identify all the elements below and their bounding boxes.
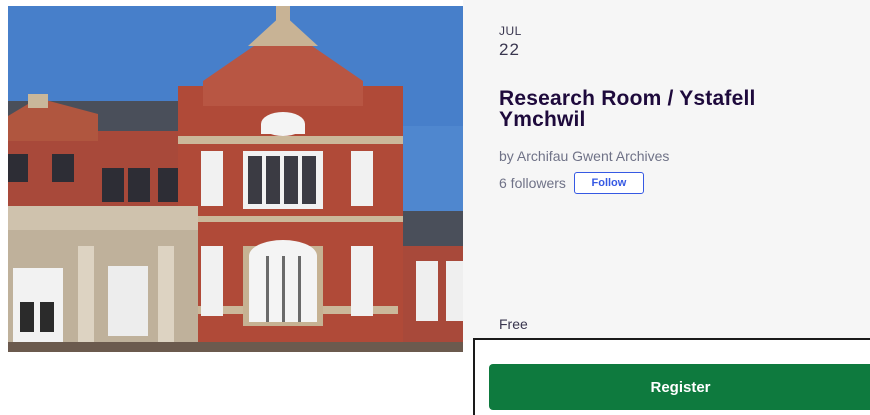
event-date-month: JUL <box>499 24 522 38</box>
event-date-day: 22 <box>499 40 520 59</box>
register-container: Register <box>473 338 870 415</box>
event-hero-image <box>8 6 463 352</box>
event-price: Free <box>499 316 528 332</box>
event-title[interactable]: Research Room / Ystafell Ymchwil <box>499 88 839 130</box>
register-button[interactable]: Register <box>489 364 870 410</box>
organizer-name[interactable]: by Archifau Gwent Archives <box>499 148 669 164</box>
event-info-panel: JUL 22 Research Room / Ystafell Ymchwil … <box>463 0 870 340</box>
follow-button[interactable]: Follow <box>573 172 644 194</box>
followers-row: 6 followers Follow <box>499 172 644 194</box>
followers-count: 6 followers <box>499 175 566 191</box>
